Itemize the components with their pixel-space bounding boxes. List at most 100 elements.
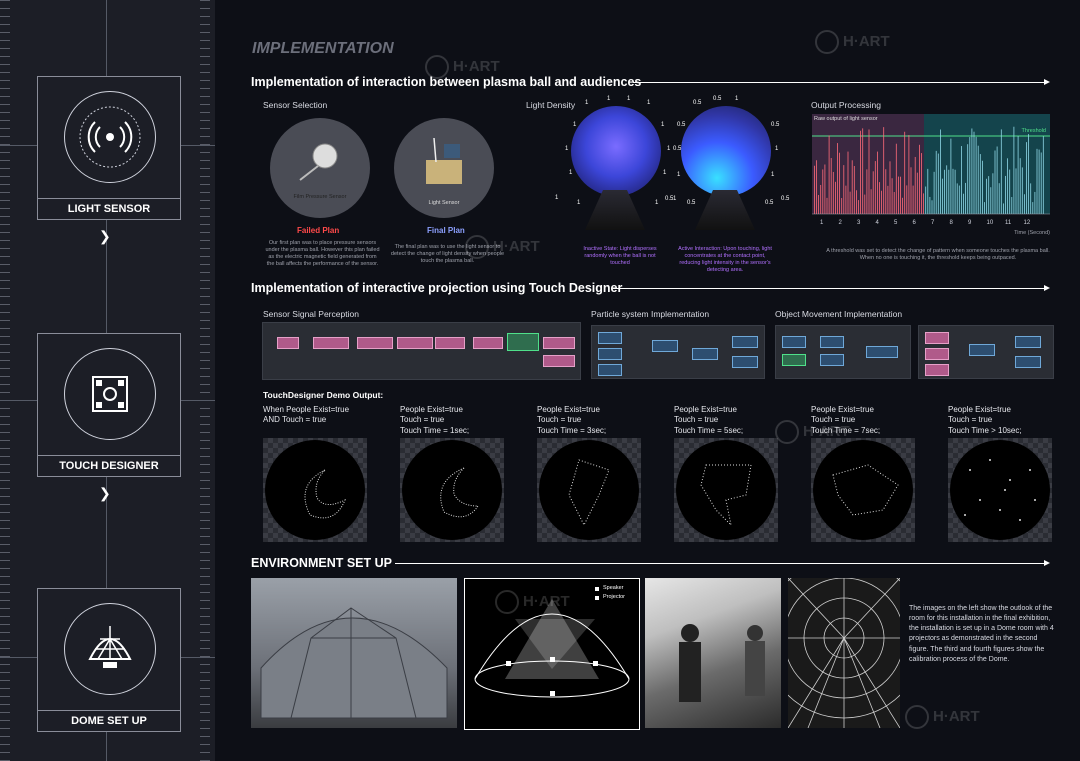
sensor-bar [1030, 183, 1032, 214]
sensor-bar [931, 200, 933, 214]
td-node [782, 354, 806, 366]
td-node [543, 337, 575, 349]
td-node [925, 348, 949, 360]
sensor-bar [826, 197, 828, 214]
projection-output [537, 438, 641, 542]
density-value: 1 [667, 146, 671, 152]
sensor-bar [881, 190, 882, 214]
sensor-bar [914, 156, 916, 214]
sensor-bar [856, 190, 857, 214]
sensor-bar [860, 130, 861, 214]
projection-disc [402, 440, 502, 540]
sidebar: LIGHT SENSOR ❯ TOUCH DESIGNER ❯ DOME SET… [0, 0, 215, 761]
td-node [277, 337, 299, 349]
object-movement-label: Object Movement Implementation [775, 309, 903, 319]
sensor-bar [1000, 129, 1002, 214]
td-node [1015, 356, 1041, 368]
density-value: 1 [555, 195, 559, 201]
td-node [435, 337, 465, 349]
density-value: 1 [627, 96, 631, 102]
x-tick-label: 11 [1005, 220, 1012, 226]
failed-plan-desc: Our first plan was to place pressure sen… [265, 240, 380, 268]
sensor-bar [908, 135, 910, 214]
demo-caption: People Exist=true Touch = true Touch Tim… [674, 405, 743, 436]
sensor-bar [1009, 169, 1011, 214]
x-tick-label: 10 [987, 220, 994, 226]
density-value: 0.5 [665, 196, 674, 202]
sensor-bar [935, 150, 937, 214]
sidebar-card-touch-designer[interactable]: TOUCH DESIGNER [37, 333, 181, 477]
sidebar-card-dome-set-up[interactable]: DOME SET UP [37, 588, 181, 732]
demo-caption: People Exist=true Touch = true Touch Tim… [537, 405, 606, 436]
sensor-bar [814, 165, 815, 214]
sensor-bar [912, 185, 914, 214]
sensor-bar [1032, 202, 1034, 214]
sensor-output-chart: 1 2 3 4 5 6 7 8 9 10 11 12 Raw output of light sens… [812, 114, 1050, 236]
td-node [397, 337, 433, 349]
demo-line: People Exist=true [674, 405, 737, 414]
arrow-line [613, 285, 1050, 291]
projection-output [263, 438, 367, 542]
final-plan-desc: The final plan was to use the light sens… [390, 244, 505, 265]
sidebar-card-light-sensor[interactable]: LIGHT SENSOR [37, 76, 181, 220]
sensor-bar [895, 143, 897, 214]
td-node [598, 332, 622, 344]
demo-line: People Exist=true [811, 405, 874, 414]
x-tick-label: 12 [1024, 220, 1031, 226]
projection-disc [265, 440, 365, 540]
density-value: 0.5 [713, 96, 722, 102]
sensor-bar [963, 193, 964, 214]
sensor-bar [906, 185, 908, 214]
page-title: IMPLEMENTATION [252, 40, 394, 57]
sensor-bar [952, 168, 954, 214]
x-axis-label: Time (Second) [1014, 230, 1050, 236]
td-node [820, 354, 844, 366]
sensor-bar [868, 129, 870, 214]
density-value: 0.5 [781, 196, 790, 202]
sensor-bar [1038, 149, 1040, 214]
sensor-bar [1003, 203, 1004, 214]
td-node [543, 355, 575, 367]
sensor-bar [841, 198, 843, 214]
sensor-bar [967, 144, 969, 214]
sensor-bar [1007, 158, 1008, 214]
sensor-bar [830, 158, 832, 214]
td-node [866, 346, 898, 358]
sensor-bar [954, 169, 956, 214]
sensor-bar [919, 144, 920, 214]
density-value: 1 [661, 122, 665, 128]
sensor-bar [820, 184, 822, 214]
density-value: 1 [673, 196, 677, 202]
sensor-bar [864, 194, 866, 214]
sensor-bar [885, 169, 887, 214]
sensor-bar [973, 131, 975, 214]
sensor-bar [961, 146, 962, 214]
demo-line: People Exist=true [948, 405, 1011, 414]
density-value: 1 [647, 100, 651, 106]
sensor-bar [1019, 158, 1021, 214]
sensor-bar [851, 160, 853, 214]
sensor-bar [946, 165, 948, 214]
dome-grid-photo [763, 557, 925, 729]
demo-line: Touch Time > 10sec; [948, 425, 1022, 435]
demo-line: People Exist=true [537, 405, 600, 414]
sensor-bar [828, 135, 830, 214]
demo-line: AND Touch = true [263, 415, 327, 425]
output-processing-label: Output Processing [811, 100, 881, 110]
sensor-bar [984, 202, 985, 214]
failed-plan-image: Film Pressure Sensor [270, 118, 370, 218]
sensor-bar [1005, 175, 1006, 214]
ball-base [695, 190, 755, 230]
projection-output [811, 438, 915, 542]
arrow-line [395, 560, 1050, 566]
sensor-bar [858, 200, 859, 214]
sensor-bar [816, 160, 817, 214]
sensor-bar [1011, 197, 1013, 214]
demo-line: Touch Time = 1sec; [400, 425, 470, 435]
dome-exterior-photo [251, 578, 457, 728]
sensor-bar [889, 161, 891, 214]
sensor-bar [853, 165, 855, 214]
sensor-bar [992, 173, 994, 214]
td-node [1015, 336, 1041, 348]
sensor-bar [933, 171, 935, 214]
